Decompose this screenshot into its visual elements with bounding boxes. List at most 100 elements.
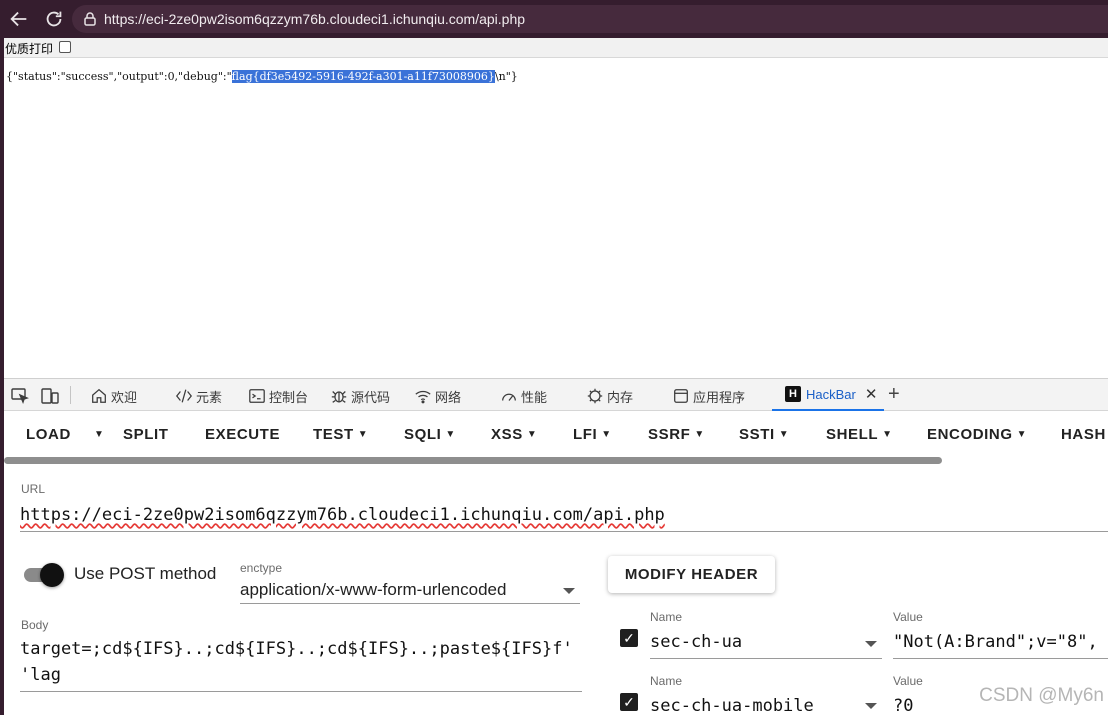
post-toggle-knob[interactable]: [40, 563, 64, 587]
address-bar-url[interactable]: https://eci-2ze0pw2isom6qzzym76b.cloudec…: [104, 11, 525, 27]
console-icon: [248, 387, 266, 405]
load-button[interactable]: LOAD: [26, 426, 71, 443]
tab-label: 欢迎: [111, 389, 138, 405]
hackbar-toolbar: LOAD ▼ SPLIT EXECUTE TEST ▼ SQLI ▼ XSS ▼ LF…: [4, 412, 1108, 456]
execute-button[interactable]: EXECUTE: [205, 426, 280, 443]
tab-elements[interactable]: 元素: [175, 385, 222, 407]
code-icon: [175, 387, 193, 405]
tab-label: 内存: [607, 389, 634, 405]
hash-menu[interactable]: HASH: [1061, 426, 1106, 443]
response-prefix: {"status":"success","output":0,"debug":": [6, 70, 232, 83]
chip-icon: [586, 387, 604, 405]
add-tab-icon[interactable]: +: [888, 383, 900, 406]
chevron-down-icon: ▼: [778, 429, 790, 440]
horizontal-scrollbar[interactable]: [4, 457, 942, 464]
inspect-icon[interactable]: [10, 386, 30, 406]
header-enable-checkbox[interactable]: ✓: [620, 629, 638, 647]
test-menu[interactable]: TEST ▼: [313, 426, 368, 443]
body-textarea[interactable]: target=;cd${IFS}..;cd${IFS}..;cd${IFS}..…: [20, 636, 582, 692]
tab-performance[interactable]: 性能: [500, 385, 547, 407]
tab-divider: [70, 386, 71, 404]
close-icon[interactable]: ✕: [865, 385, 878, 403]
header-name-label: Name: [650, 610, 683, 624]
menu-label: LFI: [573, 426, 598, 443]
ssti-menu[interactable]: SSTI ▼: [739, 426, 789, 443]
body-line: target=;cd${IFS}..;cd${IFS}..;cd${IFS}..…: [20, 639, 573, 659]
menu-label: XSS: [491, 426, 523, 443]
menu-label: SSTI: [739, 426, 775, 443]
chevron-down-icon: ▼: [445, 429, 456, 440]
home-icon: [90, 387, 108, 405]
enctype-label: enctype: [240, 561, 283, 575]
tab-label: 元素: [196, 389, 223, 405]
body-label: Body: [21, 618, 49, 632]
sqli-menu[interactable]: SQLI ▼: [404, 426, 456, 443]
chevron-down-icon: ▼: [1016, 429, 1028, 440]
header-value-label: Value: [893, 610, 923, 624]
response-suffix: \n"}: [494, 70, 518, 83]
tab-console[interactable]: 控制台: [248, 385, 308, 407]
address-bar[interactable]: https://eci-2ze0pw2isom6qzzym76b.cloudec…: [72, 5, 1108, 33]
hackbar-logo-icon: H: [785, 386, 801, 402]
device-toolbar-icon[interactable]: [40, 386, 60, 406]
header-value-input[interactable]: "Not(A:Brand";v="8",: [893, 632, 1098, 652]
split-button[interactable]: SPLIT: [123, 426, 169, 443]
tab-hackbar[interactable]: H HackBar ✕: [772, 379, 884, 411]
print-checkbox[interactable]: [59, 41, 71, 53]
back-icon[interactable]: [8, 8, 30, 30]
encoding-menu[interactable]: ENCODING ▼: [927, 426, 1027, 443]
gauge-icon: [500, 387, 518, 405]
input-underline: [893, 658, 1108, 659]
tab-network[interactable]: 网络: [414, 385, 461, 407]
enctype-selected: application/x-www-form-urlencoded: [240, 580, 507, 599]
load-dropdown-button[interactable]: ▼: [90, 426, 105, 443]
header-enable-checkbox[interactable]: ✓: [620, 693, 638, 711]
ssrf-menu[interactable]: SSRF ▼: [648, 426, 705, 443]
lock-icon[interactable]: [82, 11, 98, 27]
chevron-down-icon: ▼: [357, 429, 369, 440]
chevron-down-icon: ▼: [882, 429, 893, 440]
header-name-select[interactable]: sec-ch-ua-mobile: [650, 696, 814, 715]
input-underline: [650, 658, 882, 659]
menu-label: TEST: [313, 426, 354, 443]
tab-label: 网络: [435, 389, 462, 405]
devtools-panel: 欢迎 元素 控制台 源代码 网络 性能 内存 应用程序 H HackBar ✕ …: [4, 378, 1108, 715]
chevron-down-icon[interactable]: [563, 588, 575, 594]
tab-label: HackBar: [806, 386, 856, 402]
window-icon: [672, 387, 690, 405]
lfi-menu[interactable]: LFI ▼: [573, 426, 612, 443]
chevron-down-icon: ▼: [694, 429, 705, 440]
browser-toolbar: https://eci-2ze0pw2isom6qzzym76b.cloudec…: [0, 0, 1108, 38]
wifi-icon: [414, 387, 432, 405]
devtools-tab-strip: 欢迎 元素 控制台 源代码 网络 性能 内存 应用程序 H HackBar ✕ …: [4, 378, 1108, 411]
post-method-label: Use POST method: [74, 564, 217, 583]
menu-label: HASH: [1061, 426, 1106, 443]
bug-icon: [330, 387, 348, 405]
chevron-down-icon[interactable]: [865, 703, 877, 709]
tab-label: 性能: [521, 389, 548, 405]
chevron-down-icon: ▼: [526, 429, 538, 440]
header-name-select[interactable]: sec-ch-ua: [650, 632, 742, 652]
modify-header-button[interactable]: MODIFY HEADER: [608, 556, 775, 593]
header-name-label: Name: [650, 674, 683, 688]
chevron-down-icon: ▼: [601, 429, 612, 440]
tab-memory[interactable]: 内存: [586, 385, 633, 407]
chevron-down-icon: ▼: [94, 429, 105, 440]
reload-icon[interactable]: [43, 8, 65, 30]
menu-label: SHELL: [826, 426, 879, 443]
tab-label: 控制台: [269, 389, 309, 405]
shell-menu[interactable]: SHELL ▼: [826, 426, 893, 443]
tab-label: 应用程序: [693, 389, 746, 405]
header-value-input[interactable]: ?0: [893, 696, 913, 715]
tab-welcome[interactable]: 欢迎: [90, 385, 137, 407]
url-input-text: https://eci-2ze0pw2isom6qzzym76b.cloudec…: [20, 505, 665, 525]
page-content: {"status":"success","output":0,"debug":"…: [4, 58, 1108, 376]
chevron-down-icon[interactable]: [865, 641, 877, 647]
tab-sources[interactable]: 源代码: [330, 385, 390, 407]
menu-label: SSRF: [648, 426, 691, 443]
tab-application[interactable]: 应用程序: [672, 385, 745, 407]
xss-menu[interactable]: XSS ▼: [491, 426, 537, 443]
header-value-label: Value: [893, 674, 923, 688]
enctype-select[interactable]: application/x-www-form-urlencoded: [240, 578, 580, 604]
url-input[interactable]: https://eci-2ze0pw2isom6qzzym76b.cloudec…: [20, 502, 1108, 532]
